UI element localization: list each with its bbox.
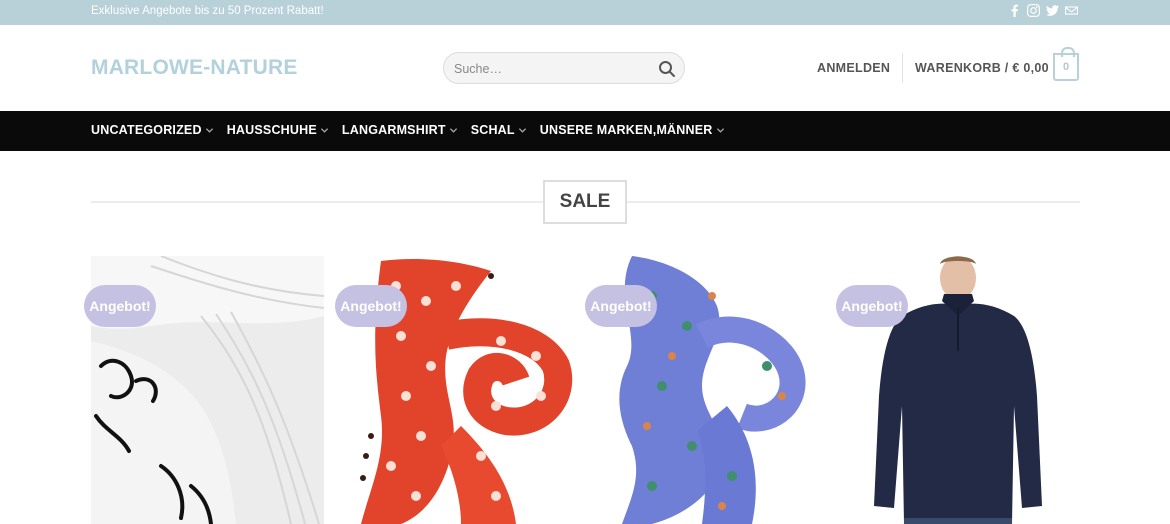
nav-item-label: LANGARMSHIRT <box>341 123 446 137</box>
chevron-down-icon <box>320 127 329 133</box>
site-logo[interactable]: MARLOWE-NATURE <box>91 56 298 80</box>
sale-badge: Angebot! <box>335 285 407 327</box>
cart-count: 0 <box>1062 61 1070 73</box>
chevron-down-icon <box>716 127 724 133</box>
main-navigation: UNCATEGORIZED HAUSSCHUHE LANGARMSHIRT SC… <box>0 111 1170 151</box>
login-link[interactable]: ANMELDEN <box>817 61 890 75</box>
site-header: MARLOWE-NATURE ANMELDEN WARENKORB / € 0,… <box>0 25 1170 111</box>
top-bar: Exklusive Angebote bis zu 50 Prozent Rab… <box>0 0 1170 25</box>
nav-item-uncategorized[interactable]: UNCATEGORIZED <box>91 123 214 137</box>
twitter-icon[interactable] <box>1046 4 1059 17</box>
social-links <box>1008 4 1078 17</box>
mail-icon[interactable] <box>1065 4 1078 17</box>
header-divider <box>902 53 903 83</box>
search-input[interactable] <box>454 60 644 78</box>
cart-link[interactable]: WARENKORB / € 0,00 <box>915 61 1049 75</box>
search-icon[interactable] <box>658 60 676 78</box>
nav-item-label: HAUSSCHUHE <box>226 123 317 137</box>
chevron-down-icon <box>518 127 526 133</box>
instagram-icon[interactable] <box>1027 4 1040 17</box>
sale-badge: Angebot! <box>585 285 657 327</box>
nav-item-label: UNCATEGORIZED <box>91 123 202 137</box>
sale-badge: Angebot! <box>836 285 908 327</box>
facebook-icon[interactable] <box>1008 4 1021 17</box>
nav-item-langarmshirt[interactable]: LANGARMSHIRT <box>342 123 458 137</box>
nav-item-hausschuhe[interactable]: HAUSSCHUHE <box>227 123 329 137</box>
chevron-down-icon <box>449 127 457 133</box>
nav-item-unsere-marken[interactable]: UNSERE MARKEN,MÄNNER <box>540 123 725 137</box>
nav-item-label: SCHAL <box>470 123 515 137</box>
promo-text: Exklusive Angebote bis zu 50 Prozent Rab… <box>91 5 324 17</box>
section-title: SALE <box>543 180 627 224</box>
search-box <box>443 52 685 84</box>
nav-item-label: UNSERE MARKEN,MÄNNER <box>539 123 713 137</box>
chevron-down-icon <box>205 127 213 133</box>
cart-icon[interactable]: 0 <box>1053 47 1079 81</box>
sale-badge: Angebot! <box>84 285 156 327</box>
nav-item-schal[interactable]: SCHAL <box>471 123 527 137</box>
